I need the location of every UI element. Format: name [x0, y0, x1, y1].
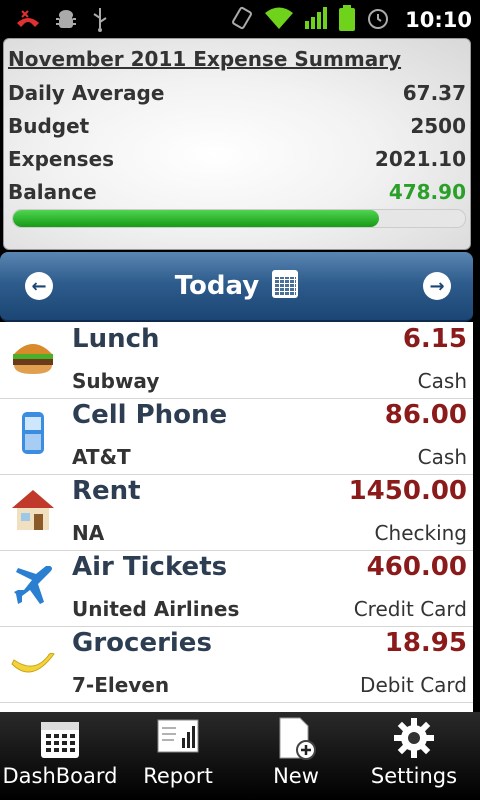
missed-call-icon	[14, 7, 42, 35]
arrow-right-icon: →	[429, 275, 445, 297]
signal-icon	[303, 5, 329, 35]
payment-method: Credit Card	[353, 597, 467, 621]
wifi-icon	[263, 5, 295, 35]
tab-settings[interactable]: Settings	[354, 712, 474, 800]
budget-progress-bar	[12, 209, 466, 228]
expense-amount: 1450.00	[348, 476, 467, 506]
summary-label: Budget	[8, 114, 90, 138]
cell-phone-icon	[10, 410, 56, 456]
summary-value: 2500	[410, 114, 466, 138]
calendar-icon[interactable]	[272, 270, 299, 298]
expense-item-air-tickets[interactable]: Air Tickets 460.00 United Airlines Credi…	[0, 550, 473, 627]
summary-value: 2021.10	[374, 147, 466, 171]
vibrate-icon	[229, 5, 255, 35]
expense-payee: Subway	[72, 369, 160, 393]
calendar-grid-icon	[39, 716, 81, 764]
new-document-icon	[274, 716, 318, 766]
android-debug-icon	[54, 7, 78, 35]
usb-icon	[90, 6, 110, 36]
expense-name: Rent	[72, 476, 141, 506]
tab-report[interactable]: Report	[118, 712, 238, 800]
payment-method: Cash	[417, 445, 467, 469]
date-title[interactable]: Today	[0, 270, 473, 301]
summary-label: Expenses	[8, 147, 115, 171]
clock-time: 10:10	[405, 8, 472, 32]
tab-label: New	[273, 764, 319, 788]
burger-icon	[10, 334, 56, 380]
expense-item-rent[interactable]: Rent 1450.00 NA Checking	[0, 474, 473, 551]
payment-method: Cash	[417, 369, 467, 393]
expense-name: Lunch	[72, 324, 160, 354]
expense-name: Air Tickets	[72, 552, 228, 582]
alarm-icon	[365, 5, 391, 35]
tab-label: DashBoard	[2, 764, 118, 788]
summary-row-budget: Budget 2500	[8, 114, 466, 144]
tab-label: Settings	[370, 764, 458, 788]
date-label: Today	[174, 271, 260, 301]
summary-row-daily-average: Daily Average 67.37	[8, 81, 466, 111]
summary-row-expenses: Expenses 2021.10	[8, 147, 466, 177]
tab-label: Report	[143, 764, 213, 788]
expense-item-cell-phone[interactable]: Cell Phone 86.00 AT&T Cash	[0, 398, 473, 475]
payment-method: Checking	[374, 521, 467, 545]
report-chart-icon	[156, 716, 200, 760]
budget-progress-fill	[13, 210, 380, 227]
battery-icon	[337, 4, 357, 36]
expense-item-lunch[interactable]: Lunch 6.15 Subway Cash	[0, 322, 473, 399]
expense-payee: AT&T	[72, 445, 131, 469]
summary-label: Daily Average	[8, 81, 165, 105]
next-day-button[interactable]: →	[423, 272, 451, 300]
expense-payee: 7-Eleven	[72, 673, 170, 697]
expense-name: Groceries	[72, 628, 212, 658]
house-icon	[10, 486, 56, 532]
payment-method: Debit Card	[360, 673, 467, 697]
expense-amount: 18.95	[384, 628, 467, 658]
tab-new[interactable]: New	[236, 712, 356, 800]
tab-dashboard[interactable]: DashBoard	[0, 712, 120, 800]
summary-value: 67.37	[402, 81, 466, 105]
summary-label: Balance	[8, 180, 97, 204]
balance-value: 478.90	[388, 180, 466, 204]
bottom-nav-bar: DashBoard Report New Settings	[0, 712, 480, 800]
expense-amount: 86.00	[384, 400, 467, 430]
summary-title: November 2011 Expense Summary	[8, 47, 402, 71]
expense-amount: 460.00	[366, 552, 467, 582]
summary-row-balance: Balance 478.90	[8, 180, 466, 210]
expense-summary-panel: November 2011 Expense Summary Daily Aver…	[3, 38, 471, 250]
gear-icon	[392, 716, 436, 764]
expense-payee: NA	[72, 521, 105, 545]
expense-amount: 6.15	[402, 324, 467, 354]
expense-list: Lunch 6.15 Subway Cash Cell Phone 86.00 …	[0, 322, 473, 712]
status-bar: 10:10	[0, 0, 480, 38]
expense-payee: United Airlines	[72, 597, 240, 621]
banana-icon	[10, 638, 56, 684]
date-nav-bar: ← Today →	[0, 252, 473, 322]
airplane-icon	[10, 562, 56, 608]
expense-name: Cell Phone	[72, 400, 228, 430]
expense-item-groceries[interactable]: Groceries 18.95 7-Eleven Debit Card	[0, 626, 473, 703]
